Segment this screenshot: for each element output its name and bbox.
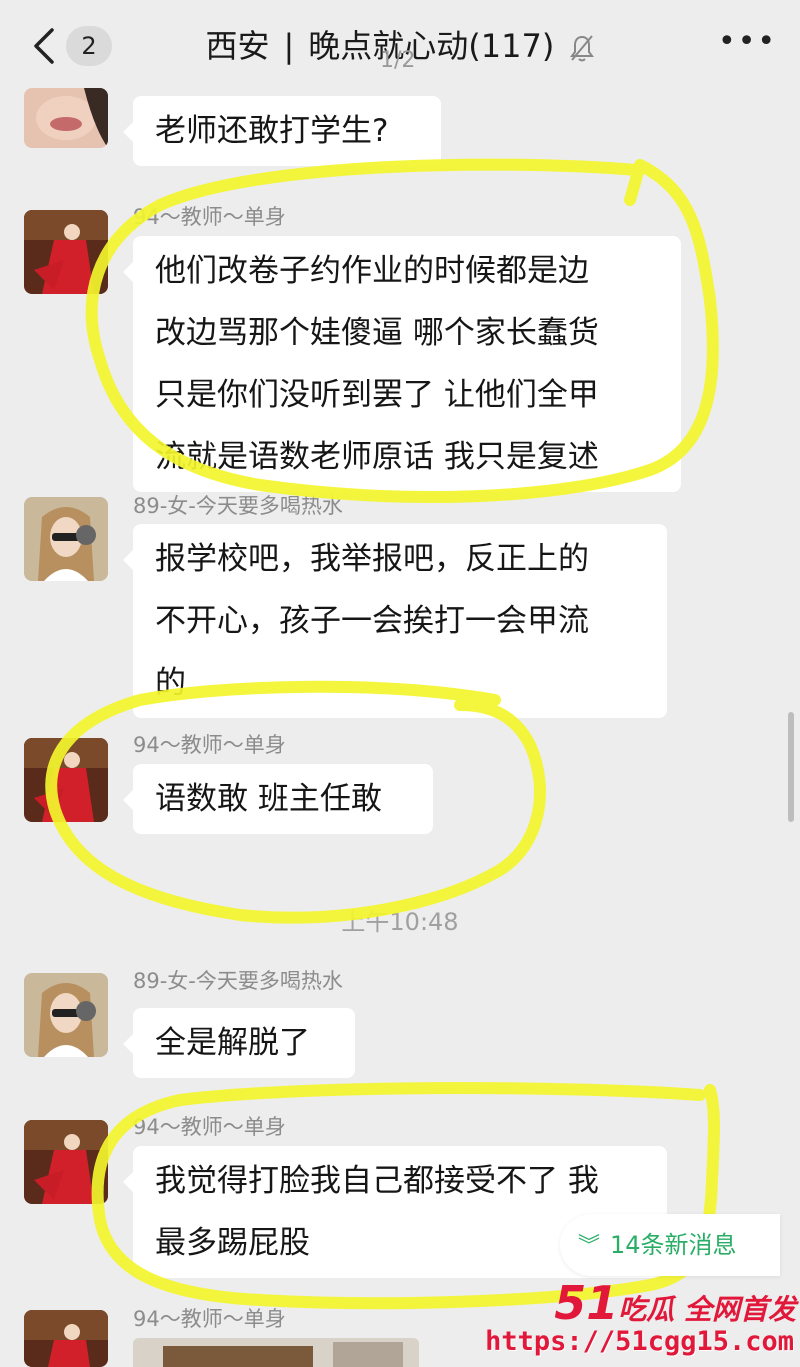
watermark-brand-number: 51 <box>554 1276 619 1330</box>
avatar-woman-headphones[interactable] <box>24 497 108 581</box>
mute-bell-icon <box>569 35 594 62</box>
message-bubble[interactable]: 全是解脱了 <box>123 1008 355 1078</box>
sender-name: 94～教师～单身 <box>133 205 286 229</box>
new-messages-label: 14条新消息 <box>610 1231 737 1259</box>
double-chevron-down-icon: ︾ <box>578 1234 601 1259</box>
message-text: 语数敢 班主任敢 <box>155 781 382 817</box>
avatar-user-lips[interactable] <box>24 88 108 148</box>
time-divider: 上午10:48 <box>341 908 459 936</box>
chat-title-city: 西安 <box>205 27 270 65</box>
message-bubble[interactable]: 报学校吧，我举报吧，反正上的 不开心，孩子一会挨打一会甲流 的 <box>123 524 667 718</box>
message-line: 我觉得打脸我自己都接受不了 我 <box>155 1163 599 1199</box>
avatar-teacher[interactable] <box>24 1310 108 1367</box>
new-messages-button[interactable]: ︾ 14条新消息 <box>560 1214 780 1276</box>
avatar-teacher[interactable] <box>24 738 108 822</box>
sender-name: 94～教师～单身 <box>133 1307 286 1331</box>
chat-title-group: 晚点就心动(117) <box>308 27 555 65</box>
message-bubble[interactable]: 他们改卷子约作业的时候都是边 改边骂那个娃傻逼 哪个家长蠢货 只是你们没听到罢了… <box>123 236 681 492</box>
message-bubble[interactable]: 老师还敢打学生? <box>123 96 441 166</box>
sender-name: 94～教师～单身 <box>133 733 286 757</box>
avatar-woman-headphones[interactable] <box>24 973 108 1057</box>
message-line: 只是你们没听到罢了 让他们全甲 <box>155 377 599 413</box>
avatar-teacher[interactable] <box>24 1120 108 1204</box>
message-bubble[interactable]: 语数敢 班主任敢 <box>123 764 433 834</box>
sender-name: 94～教师～单身 <box>133 1115 286 1139</box>
avatar-teacher[interactable] <box>24 210 108 294</box>
chat-title-separator: | <box>283 27 295 65</box>
scrollbar[interactable] <box>788 712 794 822</box>
page-indicator: 1/2 <box>380 48 416 73</box>
message-text: 全是解脱了 <box>155 1025 310 1061</box>
watermark-brand-text: 吃瓜 全网首发 <box>618 1293 796 1326</box>
message-line: 的 <box>155 665 186 701</box>
message-text: 老师还敢打学生? <box>155 113 389 149</box>
chat-header: 2 西安 | 晚点就心动(117) 1/2 ••• <box>0 0 800 92</box>
sender-name: 89-女-今天要多喝热水 <box>133 969 343 993</box>
message-line: 改边骂那个娃傻逼 哪个家长蠢货 <box>155 315 599 351</box>
message-line: 报学校吧，我举报吧，反正上的 <box>155 541 589 577</box>
sender-name: 89-女-今天要多喝热水 <box>133 494 343 518</box>
watermark-url: https://51cgg15.com <box>485 1326 794 1357</box>
message-line: 他们改卷子约作业的时候都是边 <box>155 253 589 289</box>
message-line: 不开心，孩子一会挨打一会甲流 <box>155 603 589 639</box>
image-attachment[interactable] <box>133 1338 419 1367</box>
message-line: 流就是语数老师原话 我只是复述 <box>155 439 599 475</box>
watermark-logo: 51吃瓜 全网首发 https://51cgg15.com <box>485 1276 800 1367</box>
watermark-brand: 51吃瓜 全网首发 <box>554 1276 796 1330</box>
more-options-icon[interactable]: ••• <box>718 27 775 62</box>
